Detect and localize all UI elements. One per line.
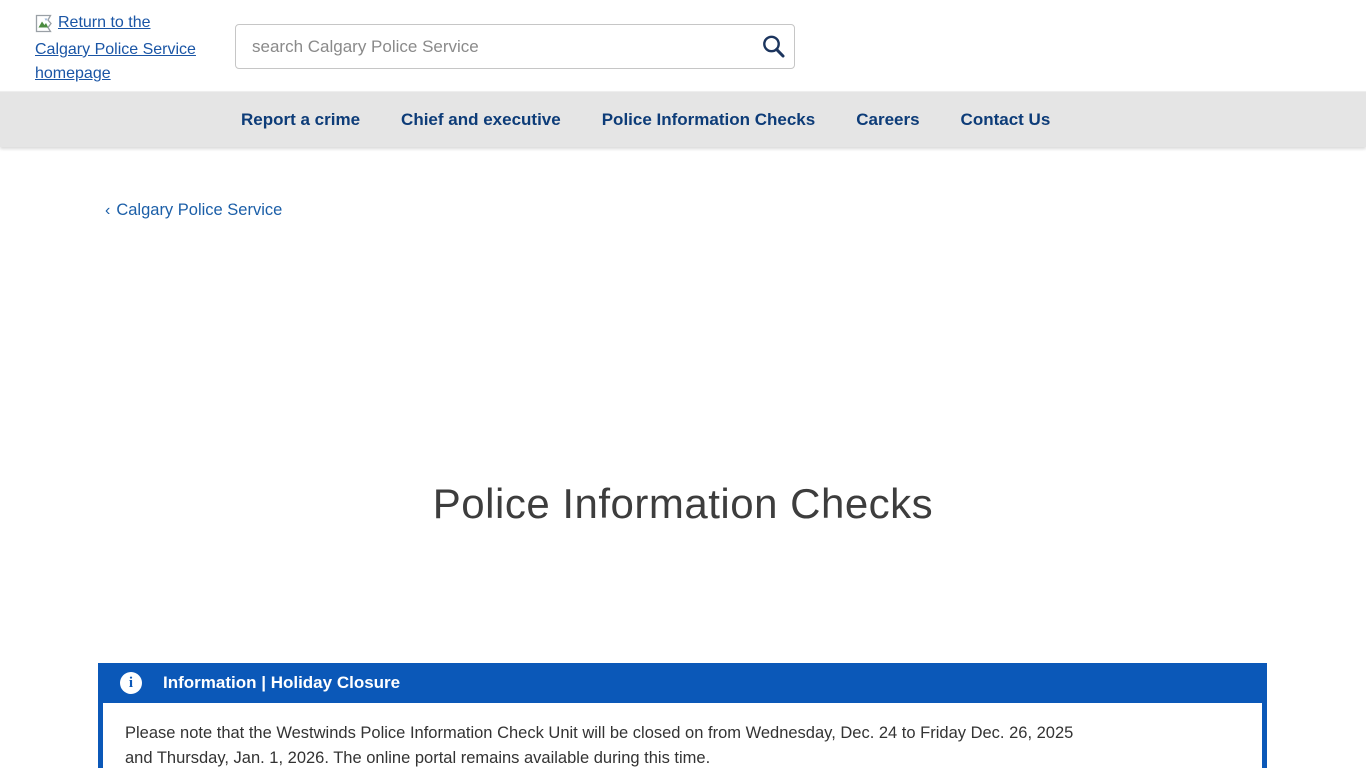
site-search [235,24,795,69]
homepage-link-label: Return to the Calgary Police Service hom… [35,14,196,82]
page-title: Police Information Checks [0,480,1366,528]
breadcrumb-link[interactable]: ‹ Calgary Police Service [105,201,282,220]
chevron-left-icon: ‹ [105,202,110,219]
homepage-logo-link[interactable]: Return to the Calgary Police Service hom… [35,11,207,86]
main-nav: Report a crime Chief and executive Polic… [0,91,1366,147]
nav-item-police-info-checks[interactable]: Police Information Checks [602,110,816,130]
nav-item-chief-and-executive[interactable]: Chief and executive [401,110,561,130]
alert-header: i Information | Holiday Closure [98,663,1267,703]
broken-image-icon [35,17,56,34]
holiday-closure-alert: i Information | Holiday Closure Please n… [98,663,1267,768]
nav-item-contact-us[interactable]: Contact Us [961,110,1051,130]
page: Return to the Calgary Police Service hom… [0,0,1366,768]
nav-item-careers[interactable]: Careers [856,110,919,130]
search-icon [760,33,787,60]
nav-item-report-a-crime[interactable]: Report a crime [241,110,360,130]
info-icon: i [120,672,142,694]
alert-text: Please note that the Westwinds Police In… [125,721,1090,768]
search-button[interactable] [752,25,794,68]
alert-title: Information | Holiday Closure [163,673,400,693]
breadcrumb-label: Calgary Police Service [116,201,282,219]
search-input[interactable] [236,25,752,68]
alert-body: Please note that the Westwinds Police In… [98,703,1267,768]
site-header: Return to the Calgary Police Service hom… [0,0,1366,91]
